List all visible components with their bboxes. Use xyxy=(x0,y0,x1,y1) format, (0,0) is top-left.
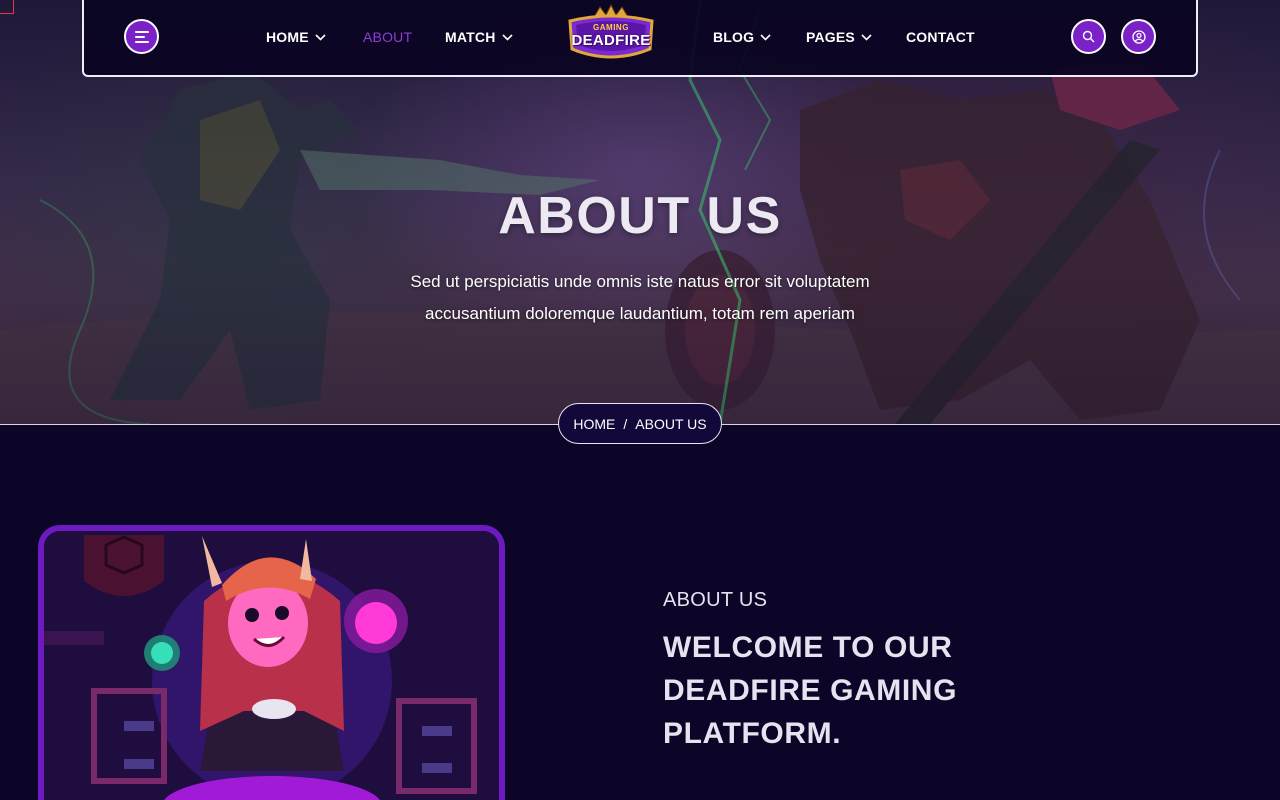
search-icon xyxy=(1082,30,1095,43)
hamburger-icon xyxy=(134,30,149,43)
page-title: ABOUT US xyxy=(498,187,782,245)
hero-description-line: Sed ut perspiciatis unde omnis iste natu… xyxy=(410,272,870,291)
main-navbar: HOME ABOUT MATCH GAMING DEADFIRE BLOG PA… xyxy=(82,0,1198,77)
nav-item-contact[interactable]: CONTACT xyxy=(906,28,975,46)
chevron-down-icon xyxy=(760,33,771,41)
chevron-down-icon xyxy=(861,33,872,41)
nav-item-label: PAGES xyxy=(806,29,855,45)
nav-item-label: BLOG xyxy=(713,29,755,45)
nav-item-home[interactable]: HOME xyxy=(266,28,326,46)
gamer-girl-illustration xyxy=(44,531,499,800)
breadcrumb-separator: / xyxy=(623,415,628,432)
nav-item-blog[interactable]: BLOG xyxy=(713,28,771,46)
hero-description: Sed ut perspiciatis unde omnis iste natu… xyxy=(380,266,900,330)
nav-item-match[interactable]: MATCH xyxy=(445,28,513,46)
corner-marker xyxy=(0,0,14,14)
chevron-down-icon xyxy=(501,33,513,41)
breadcrumb-current: ABOUT US xyxy=(635,415,707,432)
search-button[interactable] xyxy=(1071,19,1106,54)
about-section-heading: WELCOME TO OUR DEADFIRE GAMING PLATFORM. xyxy=(663,631,957,750)
breadcrumb-home-link[interactable]: HOME xyxy=(573,416,615,432)
nav-item-label: MATCH xyxy=(445,29,496,45)
nav-item-label: CONTACT xyxy=(906,29,975,45)
nav-item-label: ABOUT xyxy=(363,29,413,45)
nav-item-about[interactable]: ABOUT xyxy=(363,28,412,46)
nav-item-label: HOME xyxy=(266,29,309,45)
chevron-down-icon xyxy=(315,33,326,41)
user-account-button[interactable] xyxy=(1121,19,1156,54)
about-illustration xyxy=(38,525,505,800)
about-section-kicker: ABOUT US xyxy=(663,589,768,611)
breadcrumb: HOME / ABOUT US xyxy=(558,403,722,444)
user-icon xyxy=(1131,29,1146,44)
logo-big-text: DEADFIRE xyxy=(571,32,651,49)
hero-description-line: accusantium doloremque laudantium, totam… xyxy=(425,304,855,323)
logo-small-text: GAMING xyxy=(593,23,629,32)
site-logo[interactable]: GAMING DEADFIRE xyxy=(564,3,658,67)
nav-item-pages[interactable]: PAGES xyxy=(806,28,872,46)
menu-button[interactable] xyxy=(124,19,159,54)
